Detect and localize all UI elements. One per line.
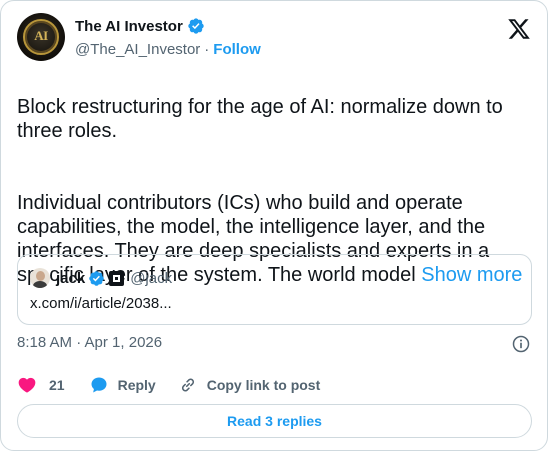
timestamp[interactable]: 8:18 AM · Apr 1, 2026 [17,334,162,351]
verified-badge-icon [188,18,204,34]
copy-link-button[interactable]: Copy link to post [178,375,321,395]
tweet-paragraph-1: Block restructuring for the age of AI: n… [17,96,503,142]
separator-dot: · [204,40,210,58]
quoted-display-name: jack [56,269,86,287]
verified-badge-icon [89,270,104,286]
author-handle[interactable]: @The_AI_Investor [75,41,200,58]
tweet-card: AI The AI Investor @The_AI_Investor · Fo… [0,0,548,451]
affiliate-badge-icon [109,270,125,286]
author-display-name[interactable]: The AI Investor [75,18,183,35]
like-count: 21 [49,377,65,393]
heart-icon [18,377,36,393]
read-replies-button[interactable]: Read 3 replies [17,404,532,438]
avatar[interactable]: AI [17,13,65,61]
x-logo-icon[interactable] [507,17,531,41]
author-name-row: The AI Investor [75,16,205,36]
reply-bubble-icon [91,377,107,393]
quoted-avatar [30,268,50,288]
copy-link-label: Copy link to post [206,377,321,393]
quoted-link[interactable]: x.com/i/article/2038... [30,295,172,312]
author-handle-row: @The_AI_Investor · Follow [75,39,261,59]
reply-label: Reply [117,377,156,393]
reply-button[interactable]: Reply [89,375,156,395]
quoted-post[interactable]: jack @jack x.com/i/article/2038... [17,254,532,325]
info-icon[interactable] [511,334,531,354]
follow-button[interactable]: Follow [213,41,261,58]
quoted-author-row: jack @jack [30,268,172,288]
quoted-handle: @jack [130,269,173,287]
timestamp-row: 8:18 AM · Apr 1, 2026 [17,334,531,354]
action-bar: 21 Reply Copy link to post [17,374,320,396]
link-icon [181,378,194,392]
avatar-logo-text: AI [34,28,48,43]
like-button[interactable]: 21 [17,375,65,395]
tweet-header: AI The AI Investor @The_AI_Investor · Fo… [17,13,531,61]
